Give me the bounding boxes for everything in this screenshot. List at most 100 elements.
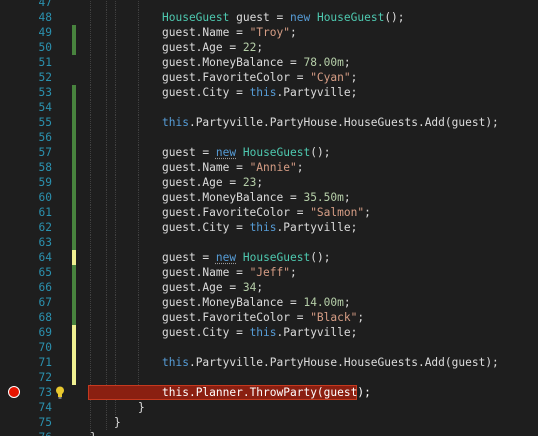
code-line[interactable]: 69 guest.City = this.Partyville; (0, 325, 538, 340)
code-text[interactable]: guest.FavoriteColor = "Black"; (162, 310, 364, 325)
line-number: 75 (38, 416, 52, 429)
code-token: HouseGuest (316, 11, 385, 24)
code-text[interactable]: guest.City = this.Partyville; (162, 85, 357, 100)
breakpoint-margin[interactable] (0, 85, 30, 100)
breakpoint-margin[interactable] (0, 40, 30, 55)
breakpoint-margin[interactable] (0, 400, 30, 415)
breakpoint-margin[interactable] (0, 175, 30, 190)
code-line[interactable]: 52 guest.FavoriteColor = "Cyan"; (0, 70, 538, 85)
indent-guide (106, 280, 107, 295)
code-line[interactable]: 65 guest.Name = "Jeff"; (0, 265, 538, 280)
code-text[interactable]: guest.Name = "Troy"; (162, 25, 297, 40)
breakpoint-margin[interactable] (0, 25, 30, 40)
indent-guide (106, 130, 107, 145)
breakpoint-margin[interactable] (0, 340, 30, 355)
code-text[interactable]: } (138, 400, 145, 415)
code-text[interactable]: guest.Name = "Annie"; (162, 160, 303, 175)
breakpoint-margin[interactable] (0, 430, 30, 436)
breakpoint-margin[interactable] (0, 190, 30, 205)
code-line[interactable]: 50 guest.Age = 22; (0, 40, 538, 55)
code-text[interactable]: } (90, 430, 97, 436)
code-text[interactable]: guest.FavoriteColor = "Salmon"; (162, 205, 371, 220)
lightbulb-icon[interactable] (55, 386, 65, 399)
change-marker (72, 130, 76, 145)
code-text[interactable]: guest.Age = 34; (162, 280, 263, 295)
breakpoint-margin[interactable] (0, 55, 30, 70)
code-text[interactable]: guest = new HouseGuest(); (162, 250, 330, 265)
code-line[interactable]: 68 guest.FavoriteColor = "Black"; (0, 310, 538, 325)
code-text[interactable]: } (114, 415, 121, 430)
code-line[interactable]: 51 guest.MoneyBalance = 78.00m; (0, 55, 538, 70)
line-number: 62 (38, 221, 52, 234)
code-text[interactable]: HouseGuest guest = new HouseGuest(); (162, 10, 405, 25)
code-line[interactable]: 63 (0, 235, 538, 250)
code-line[interactable]: 54 (0, 100, 538, 115)
code-line[interactable]: 71 this.Partyville.PartyHouse.HouseGuests… (0, 355, 538, 370)
code-text[interactable]: this.Partyville.PartyHouse.HouseGuests.A… (162, 355, 499, 370)
code-line[interactable]: 59 guest.Age = 23; (0, 175, 538, 190)
code-line[interactable]: 49 guest.Name = "Troy"; (0, 25, 538, 40)
indent-guide (138, 175, 139, 190)
breakpoint-icon[interactable] (8, 386, 20, 398)
code-line[interactable]: 76} (0, 430, 538, 436)
breakpoint-margin[interactable] (0, 205, 30, 220)
breakpoint-margin[interactable] (0, 160, 30, 175)
breakpoint-margin[interactable] (0, 70, 30, 85)
breakpoint-margin[interactable] (0, 235, 30, 250)
code-text[interactable]: guest.Age = 23; (162, 175, 263, 190)
code-line[interactable]: 72 (0, 370, 538, 385)
code-line[interactable]: 66 guest.Age = 34; (0, 280, 538, 295)
code-line[interactable]: 60 guest.MoneyBalance = 35.50m; (0, 190, 538, 205)
code-line[interactable]: 47 (0, 0, 538, 10)
breakpoint-margin[interactable] (0, 145, 30, 160)
breakpoint-margin[interactable] (0, 115, 30, 130)
code-line[interactable]: 74} (0, 400, 538, 415)
code-line[interactable]: 73 this.Planner.ThrowParty(guest); (0, 385, 538, 400)
code-token: ; (364, 206, 371, 219)
breakpoint-margin[interactable] (0, 295, 30, 310)
code-line[interactable]: 56 (0, 130, 538, 145)
code-line[interactable]: 53 guest.City = this.Partyville; (0, 85, 538, 100)
breakpoint-margin[interactable] (0, 0, 30, 10)
breakpoint-margin[interactable] (0, 100, 30, 115)
code-text[interactable]: guest.City = this.Partyville; (162, 325, 357, 340)
breakpoint-margin[interactable] (0, 10, 30, 25)
breakpoint-margin[interactable] (0, 385, 30, 400)
code-text[interactable]: guest = new HouseGuest(); (162, 145, 330, 160)
breakpoint-margin[interactable] (0, 265, 30, 280)
code-line[interactable]: 57 guest = new HouseGuest(); (0, 145, 538, 160)
code-text[interactable]: guest.MoneyBalance = 35.50m; (162, 190, 351, 205)
code-line[interactable]: 55 this.Partyville.PartyHouse.HouseGuests… (0, 115, 538, 130)
code-text[interactable]: guest.FavoriteColor = "Cyan"; (162, 70, 357, 85)
code-text[interactable]: guest.MoneyBalance = 14.00m; (162, 295, 351, 310)
code-line[interactable]: 70 (0, 340, 538, 355)
code-line[interactable]: 62 guest.City = this.Partyville; (0, 220, 538, 235)
code-line[interactable]: 67 guest.MoneyBalance = 14.00m; (0, 295, 538, 310)
breakpoint-margin[interactable] (0, 325, 30, 340)
breakpoint-margin[interactable] (0, 310, 30, 325)
code-token: } (138, 401, 145, 414)
code-line[interactable]: 75} (0, 415, 538, 430)
code-token: guest.FavoriteColor = (162, 71, 311, 84)
breakpoint-margin[interactable] (0, 370, 30, 385)
code-text[interactable]: this.Planner.ThrowParty(guest); (162, 385, 371, 400)
code-line[interactable]: 64 guest = new HouseGuest(); (0, 250, 538, 265)
code-line[interactable]: 58 guest.Name = "Annie"; (0, 160, 538, 175)
breakpoint-margin[interactable] (0, 280, 30, 295)
indent-guide (115, 40, 116, 55)
breakpoint-margin[interactable] (0, 220, 30, 235)
breakpoint-margin[interactable] (0, 355, 30, 370)
breakpoint-margin[interactable] (0, 250, 30, 265)
code-text[interactable]: guest.City = this.Partyville; (162, 220, 357, 235)
code-text[interactable]: guest.Name = "Jeff"; (162, 265, 297, 280)
code-editor[interactable]: 47 48 HouseGuest guest = new HouseGuest();… (0, 0, 538, 436)
indent-guide (106, 10, 107, 25)
code-text[interactable]: this.Partyville.PartyHouse.HouseGuests.A… (162, 115, 499, 130)
code-text[interactable]: guest.MoneyBalance = 78.00m; (162, 55, 351, 70)
code-line[interactable]: 61 guest.FavoriteColor = "Salmon"; (0, 205, 538, 220)
change-marker (72, 40, 76, 55)
breakpoint-margin[interactable] (0, 130, 30, 145)
code-text[interactable]: guest.Age = 22; (162, 40, 263, 55)
breakpoint-margin[interactable] (0, 415, 30, 430)
code-line[interactable]: 48 HouseGuest guest = new HouseGuest(); (0, 10, 538, 25)
